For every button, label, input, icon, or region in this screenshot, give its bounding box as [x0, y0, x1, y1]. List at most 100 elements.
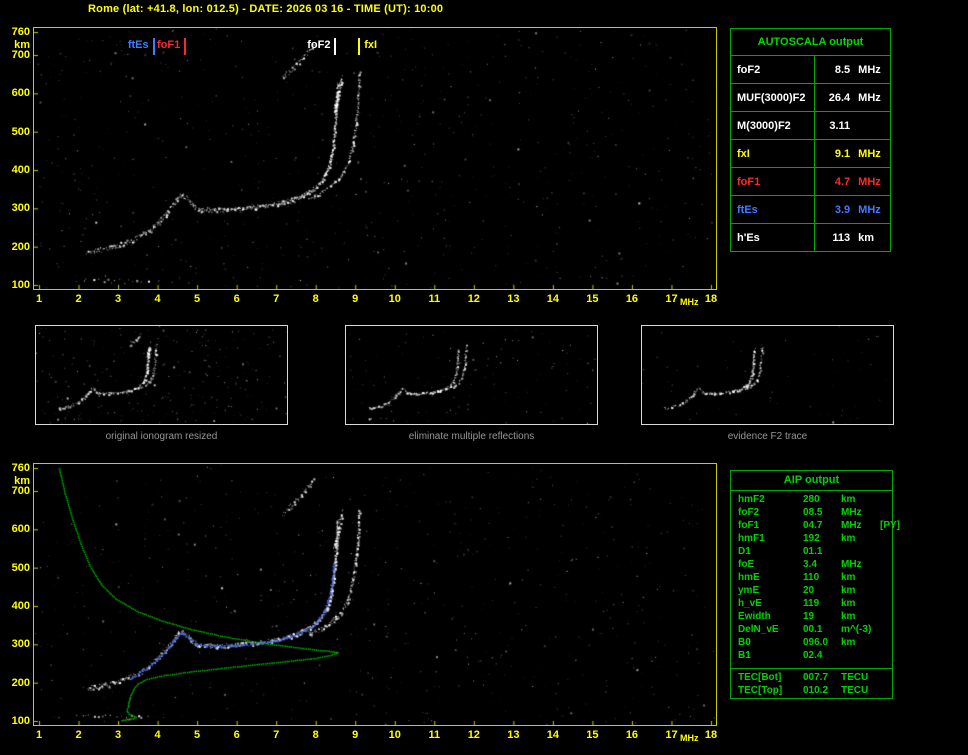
- aip-extra: [880, 571, 890, 584]
- aip-extra: [880, 584, 890, 597]
- thumbnail-canvas-eliminate: [346, 326, 597, 424]
- y-tick-label: 500: [11, 561, 30, 574]
- aip-unit: MHz: [841, 559, 862, 570]
- aip-row-Ewidth: Ewidth 19 km: [731, 610, 892, 623]
- autoscala-param-value: 26.4 MHz: [814, 83, 891, 112]
- autoscala-output-table: AUTOSCALA output foF2 8.5 MHz MUF(3000)F2 26…: [729, 28, 891, 252]
- aip-row-h_vE: h_vE 119 km: [731, 597, 892, 610]
- aip-row-hmF1: hmF1 192 km: [731, 532, 892, 545]
- autoscala-row-MUF(3000)F2: MUF(3000)F2 26.4 MHz: [729, 83, 891, 112]
- aip-val: 096.0: [803, 637, 829, 648]
- y-tick-label: 600: [11, 523, 30, 536]
- x-tick-label: 16: [625, 293, 639, 305]
- aip-unit: km: [841, 637, 856, 648]
- y-tick-label: 100: [11, 715, 30, 727]
- aip-extra: [880, 532, 890, 545]
- aip-val: 20: [803, 585, 815, 596]
- value-number: 113: [832, 231, 851, 244]
- autoscala-row-foF2: foF2 8.5 MHz: [729, 55, 891, 84]
- y-tick-label: 100: [11, 279, 30, 291]
- thumbnail-caption-original: original ionogram resized: [105, 431, 218, 442]
- x-tick-label: 2: [75, 729, 82, 741]
- value-unit: MHz: [858, 175, 881, 188]
- aip-extra: [880, 610, 890, 623]
- bottom-ionogram-canvas: [34, 464, 716, 725]
- aip-val: 02.4: [803, 650, 823, 661]
- aip-unit: MHz: [841, 507, 862, 518]
- y-tick-label: 500: [11, 125, 30, 138]
- aip-lab: ymE: [738, 585, 760, 596]
- foF2-marker-line: [334, 38, 337, 55]
- aip-row-DelN_vE: DelN_vE 00.1 m^(-3): [731, 623, 892, 636]
- aip-val: 110: [803, 572, 820, 583]
- ftEs-marker-line: [152, 38, 155, 55]
- y-tick-label: 600: [11, 87, 30, 100]
- y-tick-label: 200: [11, 676, 30, 689]
- aip-row-foF1: foF1 04.7 MHz [PY]: [731, 519, 900, 532]
- value-number: 3.11: [829, 119, 851, 132]
- aip-lab: hmF2: [738, 494, 765, 505]
- aip-unit: km: [841, 585, 856, 596]
- aip-val: 01.1: [803, 546, 823, 557]
- x-tick-label: 15: [586, 729, 599, 741]
- x-tick-label: 9: [352, 729, 359, 741]
- aip-row-ymE: ymE 20 km: [731, 584, 892, 597]
- aip-row-TEC[Top]: TEC[Top] 010.2 TECU: [731, 684, 892, 697]
- aip-lab: foF1: [738, 520, 760, 531]
- aip-unit: m^(-3): [841, 624, 872, 635]
- aip-rows: hmF2 280 km foF2 08.5 MHz foF1 04.7 MHz [PY] hmF1 1…: [731, 493, 900, 662]
- autoscala-rows: foF2 8.5 MHz MUF(3000)F2 26.4 MHz M(3000)F2 3.1…: [729, 55, 891, 252]
- value-number: 3.9: [834, 203, 851, 216]
- aip-output-panel: AIP output hmF2 280 km foF2 08.5 MHz foF1 04.7 M…: [730, 470, 900, 699]
- aip-header: AIP output: [731, 471, 892, 491]
- value-unit: km: [858, 231, 875, 244]
- x-tick-label: 1: [35, 293, 43, 305]
- aip-extra: [880, 597, 890, 610]
- thumbnail-canvas-evidence: [642, 326, 893, 424]
- aip-unit: MHz: [841, 520, 862, 531]
- x-tick-label: 18: [704, 293, 718, 305]
- thumbnail-evidence-f2: [641, 325, 894, 425]
- aip-unit: km: [841, 572, 856, 583]
- x-tick-label: 1: [35, 729, 43, 741]
- x-tick-label: 14: [546, 729, 559, 741]
- value-number: 8.5: [834, 63, 851, 76]
- aip-extra: [PY]: [880, 520, 900, 531]
- x-tick-label: 3: [114, 293, 122, 305]
- value-unit: [850, 120, 889, 132]
- value-number: 9.1: [834, 147, 851, 160]
- y-axis-unit: km: [14, 475, 30, 487]
- foF1-marker-label: foF1: [157, 39, 181, 51]
- aip-lab: Ewidth: [738, 611, 771, 622]
- aip-unit: km: [841, 611, 856, 622]
- autoscala-param-value: 3.11: [814, 111, 891, 140]
- ftEs-marker-label: ftEs: [127, 39, 149, 51]
- x-tick-label: 11: [428, 729, 441, 741]
- x-tick-label: 11: [428, 293, 441, 305]
- aip-unit: [841, 545, 880, 558]
- autoscala-param-label: MUF(3000)F2: [729, 83, 816, 112]
- aip-val: 280: [803, 494, 820, 505]
- autoscala-param-label: h'Es: [729, 223, 816, 252]
- autoscala-row-foF1: foF1 4.7 MHz: [729, 167, 891, 196]
- y-tick-label: 200: [11, 240, 30, 253]
- fxI-marker-label: fxI: [364, 39, 378, 51]
- thumbnail-caption-eliminate: eliminate multiple reflections: [408, 431, 535, 442]
- autoscala-param-label: ftEs: [729, 195, 816, 224]
- x-tick-label: 7: [273, 293, 280, 305]
- aip-val: 04.7: [803, 520, 823, 531]
- y-tick-label: 300: [11, 638, 30, 651]
- thumbnail-canvas-original: [36, 326, 287, 424]
- aip-lab: DelN_vE: [738, 624, 779, 635]
- aip-unit: km: [841, 494, 856, 505]
- y-tick-label: 400: [11, 164, 30, 176]
- aip-extra: [880, 623, 890, 636]
- value-number: 4.7: [834, 175, 851, 188]
- x-tick-label: 7: [273, 729, 280, 741]
- aip-lab: D1: [738, 546, 751, 557]
- x-tick-label: 18: [704, 729, 718, 741]
- top-ionogram-plot: ftEs foF1 foF2 fxI: [33, 27, 717, 290]
- aip-extra: [880, 671, 890, 684]
- aip-extra: [880, 684, 890, 697]
- aip-lab: h_vE: [738, 598, 762, 609]
